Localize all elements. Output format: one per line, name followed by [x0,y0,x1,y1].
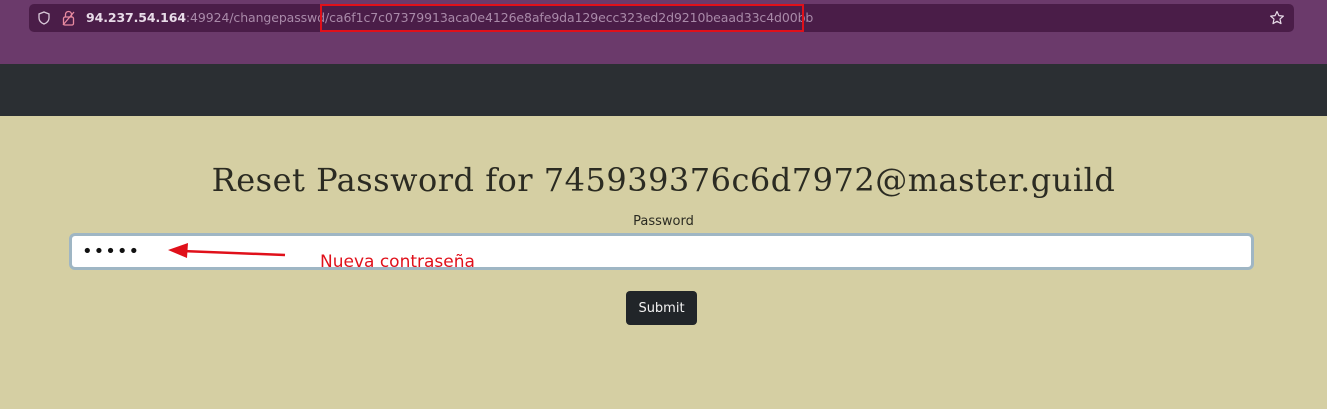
annotation-arrow [168,243,286,258]
submit-button[interactable]: Submit [626,291,697,325]
bookmark-star-icon[interactable] [1269,10,1285,26]
url-token-highlight [320,4,804,32]
annotation-label: Nueva contraseña [320,252,475,272]
browser-toolbar: 94.237.54.164:49924/changepasswd/ca6f1c7… [0,0,1327,64]
password-label: Password [633,214,694,229]
url-host: 94.237.54.164 [86,10,186,25]
shield-icon[interactable] [38,11,50,25]
page-title: Reset Password for 745939376c6d7972@mast… [211,161,1116,199]
url-path: /changepasswd/ [229,10,330,25]
lock-warning-icon[interactable] [62,10,75,26]
reset-password-form: Reset Password for 745939376c6d7972@mast… [0,116,1327,409]
url-port: :49924 [185,10,230,25]
site-navbar [0,64,1327,116]
